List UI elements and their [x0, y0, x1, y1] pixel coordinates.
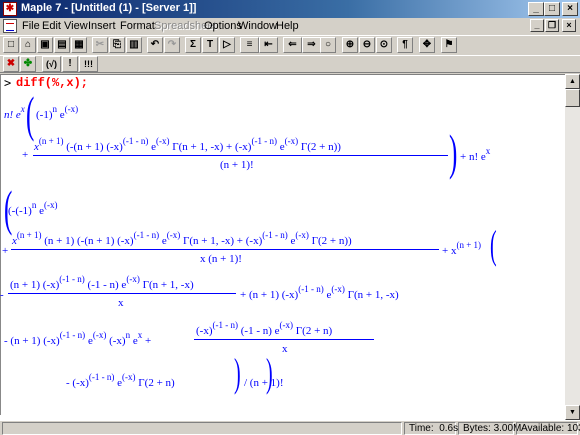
- output-line9-tail: / (n + 1)!: [244, 377, 284, 389]
- context-toolbar: ✖ ✤ (√) ! !!!: [0, 55, 580, 73]
- doc-restore-button[interactable]: ❐: [545, 19, 559, 32]
- menu-edit[interactable]: Edit: [42, 20, 61, 32]
- zoom-out-icon[interactable]: ⊖: [359, 37, 375, 53]
- forward-icon[interactable]: ⇒: [302, 37, 321, 53]
- copy-icon[interactable]: ⎘: [109, 37, 125, 53]
- expand-icon[interactable]: ✥: [419, 37, 435, 53]
- frac2-numerator: x(n + 1) (n + 1) (-(n + 1) (-x)(-1 - n) …: [12, 230, 352, 247]
- output-line2: (-1)n e(-x): [36, 104, 79, 121]
- output-line4: (-(-1)n e(-x): [8, 200, 58, 217]
- close-paren-3: ): [266, 350, 273, 395]
- restart-icon[interactable]: ⚑: [441, 37, 457, 53]
- frac3-numerator: (n + 1) (-x)(-1 - n) (-1 - n) e(-x) Γ(n …: [10, 274, 194, 291]
- open-icon[interactable]: ⌂: [20, 37, 36, 53]
- frac3-denominator: x: [118, 297, 124, 309]
- frac3-line: [8, 293, 236, 294]
- paste-icon[interactable]: ▥: [126, 37, 142, 53]
- status-message: [2, 422, 402, 435]
- menu-insert[interactable]: Insert: [88, 20, 116, 32]
- scroll-thumb[interactable]: [565, 89, 580, 107]
- plus-sign: +: [22, 149, 29, 161]
- minimize-button[interactable]: _: [528, 2, 544, 16]
- sqrt-icon[interactable]: (√): [42, 56, 61, 72]
- plus-sign-2: +: [2, 245, 9, 257]
- close-paren-1: ): [449, 124, 458, 180]
- maple-leaf-icon[interactable]: ✱: [3, 2, 17, 16]
- frac1-denominator: (n + 1)!: [220, 159, 254, 171]
- paragraph-icon[interactable]: ¶: [397, 37, 413, 53]
- zoom-in-icon[interactable]: ⊕: [342, 37, 358, 53]
- frac4-denominator: x: [282, 343, 288, 355]
- status-available: Available: 103M: [516, 422, 580, 435]
- frac2-line: [11, 249, 439, 250]
- text-input-icon[interactable]: T: [202, 37, 218, 53]
- output-line9: - (-x)(-1 - n) e(-x) Γ(2 + n): [66, 372, 175, 389]
- vertical-scrollbar[interactable]: ▲ ▼: [565, 74, 580, 420]
- input-prompt: >: [4, 76, 12, 90]
- execute-icon[interactable]: ✤: [20, 56, 36, 72]
- minus-sign: -: [0, 289, 4, 301]
- document-icon[interactable]: [3, 19, 17, 33]
- doc-minimize-button[interactable]: _: [530, 19, 544, 32]
- title-bar: ✱ Maple 7 - [Untitled (1) - [Server 1]] …: [0, 0, 580, 18]
- insert-prompt-icon[interactable]: ▷: [219, 37, 235, 53]
- frac4-numerator: (-x)(-1 - n) (-1 - n) e(-x) Γ(2 + n): [196, 320, 333, 337]
- status-bar: Time: 0.6s Bytes: 3.00M Available: 103M: [0, 420, 580, 435]
- output-line7-tail: + (n + 1) (-x)(-1 - n) e(-x) Γ(n + 1, -x…: [240, 284, 399, 301]
- close-paren-2: ): [234, 350, 241, 395]
- redo-icon[interactable]: ↷: [164, 37, 180, 53]
- output-line8: - (n + 1) (-x)(-1 - n) e(-x) (-x)n ex +: [4, 330, 152, 347]
- execute-all-icon[interactable]: !!!: [79, 56, 98, 72]
- frac1-numerator: x(n + 1) (-(n + 1) (-x)(-1 - n) e(-x) Γ(…: [34, 136, 341, 153]
- open-url-icon[interactable]: ▣: [37, 37, 53, 53]
- menu-file[interactable]: File: [22, 20, 40, 32]
- maximize-button[interactable]: □: [544, 2, 560, 16]
- cut-icon[interactable]: ✂: [92, 37, 108, 53]
- cancel-icon[interactable]: ✖: [3, 56, 19, 72]
- status-bytes: Bytes: 3.00M: [458, 422, 521, 435]
- menu-format[interactable]: Format: [120, 20, 155, 32]
- undo-icon[interactable]: ↶: [147, 37, 163, 53]
- back-icon[interactable]: ⇐: [283, 37, 302, 53]
- menu-options[interactable]: Options: [204, 20, 242, 32]
- menu-window[interactable]: Window: [238, 20, 277, 32]
- math-input-icon[interactable]: Σ: [185, 37, 201, 53]
- execute-selection-icon[interactable]: !: [62, 56, 78, 72]
- output-tail2: + x(n + 1): [442, 240, 482, 257]
- open-paren-3: (: [490, 222, 497, 267]
- output-line1: n! ex: [4, 104, 25, 121]
- zoom-reset-icon[interactable]: ⊙: [376, 37, 392, 53]
- print-icon[interactable]: ▦: [71, 37, 87, 53]
- new-icon[interactable]: □: [3, 37, 19, 53]
- frac2-denominator: x (n + 1)!: [200, 253, 242, 265]
- menu-bar: File Edit View Insert Format Spreadsheet…: [0, 18, 580, 35]
- save-icon[interactable]: ▤: [54, 37, 70, 53]
- scroll-up-icon[interactable]: ▲: [565, 74, 580, 89]
- worksheet[interactable]: > diff(%,x); ( n! ex (-1)n e(-x) + x(n +…: [0, 74, 565, 420]
- doc-close-button[interactable]: ×: [562, 19, 576, 32]
- window-title: Maple 7 - [Untitled (1) - [Server 1]]: [21, 2, 197, 14]
- menu-view[interactable]: View: [64, 20, 88, 32]
- outdent-icon[interactable]: ⇤: [259, 37, 278, 53]
- status-time: Time: 0.6s: [404, 422, 458, 435]
- indent-icon[interactable]: ≡: [240, 37, 259, 53]
- main-toolbar: □ ⌂ ▣ ▤ ▦ ✂ ⎘ ▥ ↶ ↷ Σ T ▷ ≡ ⇤ ⇐ ⇒ ○ ⊕ ⊖ …: [0, 35, 580, 55]
- close-button[interactable]: ×: [562, 2, 578, 16]
- scroll-down-icon[interactable]: ▼: [565, 405, 580, 420]
- frac4-line: [194, 339, 374, 340]
- output-tail1: + n! ex: [460, 146, 491, 163]
- open-paren-1: (: [26, 86, 35, 142]
- stop-icon[interactable]: ○: [320, 37, 336, 53]
- menu-help[interactable]: Help: [276, 20, 299, 32]
- frac1-line: [33, 155, 448, 156]
